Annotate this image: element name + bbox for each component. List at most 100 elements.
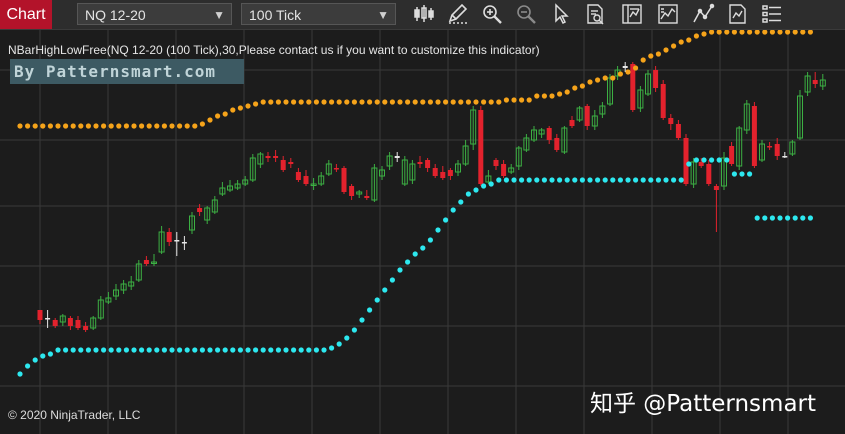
high-dot: [329, 99, 335, 105]
high-dot: [785, 30, 791, 35]
candle-body: [554, 138, 560, 150]
high-dot: [762, 30, 768, 35]
candle-body: [668, 118, 674, 124]
high-dot: [367, 99, 373, 105]
low-dot: [222, 347, 228, 353]
high-dot: [154, 123, 160, 129]
low-dot: [602, 177, 608, 183]
low-dot: [70, 347, 76, 353]
strategies-icon[interactable]: [656, 3, 680, 25]
indicator-label: NBarHighLowFree(NQ 12-20 (100 Tick),30,P…: [8, 43, 540, 57]
low-dot: [579, 177, 586, 183]
high-dot: [519, 97, 525, 103]
low-dot: [648, 177, 654, 183]
tab-chart[interactable]: Chart: [0, 0, 52, 29]
low-dot: [762, 215, 768, 221]
candle-body: [364, 196, 370, 198]
candle-body: [698, 162, 704, 166]
low-dot: [329, 345, 335, 351]
draw-pencil-icon[interactable]: [446, 3, 470, 25]
zoom-out-icon[interactable]: [514, 3, 538, 25]
low-dot: [724, 157, 730, 163]
low-dot: [321, 347, 327, 353]
high-dot: [458, 99, 464, 105]
high-dot: [777, 30, 783, 35]
candle-body: [197, 208, 203, 212]
cursor-icon[interactable]: [548, 3, 572, 25]
low-dot: [192, 347, 198, 353]
chevron-down-icon: ▼: [213, 8, 225, 22]
properties-icon[interactable]: [760, 3, 784, 25]
low-dot: [481, 183, 487, 189]
high-dot: [253, 101, 259, 107]
candle-body: [447, 170, 453, 176]
candle-body: [52, 320, 58, 326]
high-dot: [488, 99, 494, 105]
candle-body: [713, 186, 719, 190]
high-dot: [557, 91, 563, 97]
high-dot: [291, 99, 297, 105]
low-dot: [792, 215, 798, 221]
low-dot: [131, 347, 137, 353]
high-dot: [70, 123, 76, 129]
candle-body: [493, 160, 499, 166]
high-dot: [443, 99, 449, 105]
period-selector[interactable]: 100 Tick ▼: [241, 3, 396, 25]
data-box-icon[interactable]: [584, 3, 608, 25]
candle-body: [143, 260, 149, 264]
high-dot: [230, 107, 236, 113]
high-dot: [602, 75, 608, 81]
high-dot: [351, 99, 357, 105]
zoom-in-icon[interactable]: [480, 3, 504, 25]
candle-body: [45, 318, 51, 320]
low-dot: [78, 347, 84, 353]
bar-type-icon[interactable]: [412, 3, 436, 25]
high-dot: [199, 121, 205, 127]
low-dot: [245, 347, 251, 353]
high-dot: [450, 99, 456, 105]
instrument-selector[interactable]: NQ 12-20 ▼: [77, 3, 232, 25]
chart-toolbar: Chart NQ 12-20 ▼ 100 Tick ▼: [0, 0, 845, 30]
low-dot: [595, 177, 601, 183]
chart-style-icon[interactable]: [726, 3, 750, 25]
candle-body: [37, 310, 43, 320]
line-drawing-icon[interactable]: [692, 3, 716, 25]
high-dot: [184, 123, 190, 129]
low-dot: [116, 347, 122, 353]
low-dot: [557, 177, 563, 183]
low-dot: [154, 347, 160, 353]
low-dot: [283, 347, 289, 353]
candle-body: [303, 176, 309, 184]
high-dot: [405, 99, 411, 105]
candle-body: [280, 160, 286, 170]
low-dot: [101, 347, 107, 353]
low-dot: [374, 297, 380, 303]
low-dot: [617, 177, 624, 183]
high-dot: [116, 123, 122, 129]
low-dot: [458, 199, 464, 205]
low-dot: [709, 157, 715, 163]
candle-body: [349, 186, 355, 196]
low-dot: [199, 347, 205, 353]
high-dot: [344, 99, 350, 105]
low-dot: [207, 347, 213, 353]
high-dot: [496, 99, 502, 105]
candle-body: [546, 128, 552, 140]
high-dot: [47, 123, 54, 129]
indicators-icon[interactable]: [620, 3, 644, 25]
high-dot: [101, 123, 107, 129]
low-dot: [572, 177, 578, 183]
high-dot: [222, 111, 228, 117]
high-dot: [412, 99, 418, 105]
low-dot: [139, 347, 145, 353]
candle-body: [706, 164, 712, 184]
high-dot: [648, 53, 654, 59]
low-dot: [237, 347, 243, 353]
high-dot: [131, 123, 137, 129]
high-dot: [671, 43, 677, 49]
low-dot: [503, 177, 509, 183]
low-dot: [313, 347, 319, 353]
chart-panel[interactable]: [0, 30, 845, 434]
candle-body: [675, 124, 681, 138]
low-dot: [693, 157, 700, 163]
